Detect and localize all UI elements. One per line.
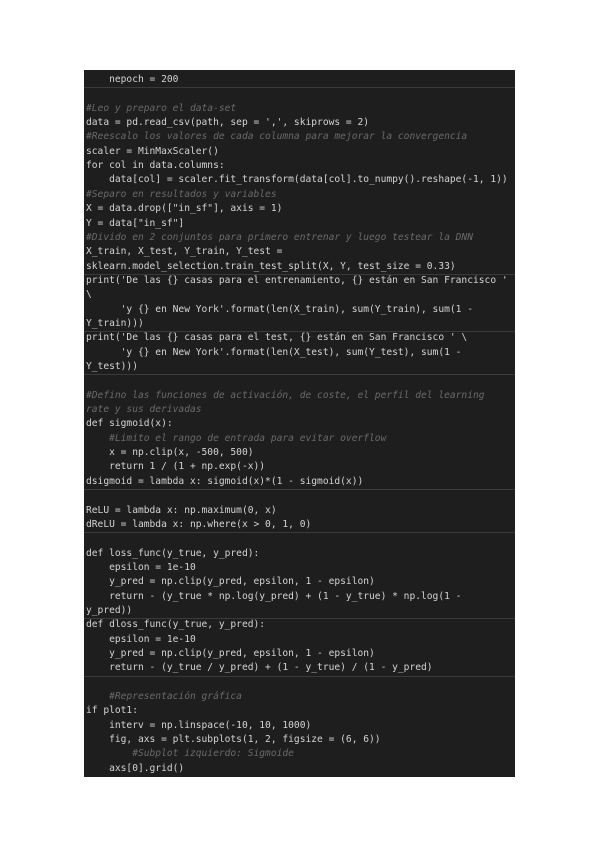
- cell-divider: [84, 675, 515, 677]
- cell-divider: [84, 331, 515, 333]
- code-line: y_pred)): [86, 604, 133, 616]
- code-line: data = pd.read_csv(path, sep = ',', skip…: [86, 117, 370, 129]
- cell-divider: [84, 532, 515, 534]
- code-line: Y_test))): [86, 361, 138, 372]
- code-line: fig, axs = plt.subplots(1, 2, figsize = …: [86, 734, 381, 746]
- code-line: def dloss_func(y_true, y_pred):: [86, 619, 266, 631]
- code-block: nepoch = 200 #Leo y preparo el data-set da…: [84, 70, 515, 777]
- code-line: 'y {} en New York'.format(len(X_train), …: [86, 303, 473, 315]
- code-comment-line: rate y sus derivadas: [86, 404, 202, 416]
- code-line: scaler = MinMaxScaler(): [86, 145, 219, 157]
- code-line: Y_train))): [86, 317, 144, 329]
- code-line: epsilon = 1e-10: [86, 561, 196, 573]
- code-line: axs[0].grid(): [86, 762, 185, 774]
- code-comment-line: #Subplot izquierdo: Sigmoide: [86, 748, 294, 760]
- code-comment-line: #Divido en 2 conjuntos para primero entr…: [86, 231, 473, 243]
- code-line: return - (y_true * np.log(y_pred) + (1 -…: [86, 590, 462, 602]
- code-line: data[col] = scaler.fit_transform(data[co…: [86, 174, 508, 186]
- cell-divider: [84, 618, 515, 620]
- code-comment-line: #Defino las funciones de activación, de …: [86, 389, 485, 401]
- code-line: if plot1:: [86, 705, 138, 717]
- code-line: def loss_func(y_true, y_pred):: [86, 547, 260, 559]
- code-line: x = np.clip(x, -500, 500): [86, 447, 254, 459]
- code-line: for col in data.columns:: [86, 160, 225, 172]
- code-line: nepoch = 200: [86, 74, 179, 85]
- code-line: X = data.drop(["in_sf"], axis = 1): [86, 203, 283, 215]
- cell-divider: [84, 273, 515, 275]
- code-line: print('De las {} casas para el entrenami…: [86, 274, 508, 286]
- cell-divider: [84, 489, 515, 491]
- code-line: \: [86, 289, 92, 301]
- code-line: return - (y_true / y_pred) + (1 - y_true…: [86, 662, 433, 674]
- code-line: y_pred = np.clip(y_pred, epsilon, 1 - ep…: [86, 576, 375, 588]
- code-line: return 1 / (1 + np.exp(-x)): [86, 461, 266, 473]
- code-comment-line: #Reescalo los valores de cada columna pa…: [86, 131, 468, 143]
- code-line: y_pred = np.clip(y_pred, epsilon, 1 - ep…: [86, 648, 375, 659]
- code-line: ReLU = lambda x: np.maximum(0, x): [86, 504, 277, 516]
- code-line: interv = np.linspace(-10, 10, 1000): [86, 719, 312, 731]
- code-line: def sigmoid(x):: [86, 418, 173, 430]
- code-line: dsigmoid = lambda x: sigmoid(x)*(1 - sig…: [86, 475, 364, 487]
- code-line: 'y {} en New York'.format(len(X_test), s…: [86, 346, 462, 358]
- cell-divider: [84, 374, 515, 376]
- cell-divider: [84, 87, 515, 89]
- code-line: epsilon = 1e-10: [86, 633, 196, 645]
- code-line: dReLU = lambda x: np.where(x > 0, 1, 0): [86, 518, 312, 530]
- code-comment-line: #Separo en resultados y variables: [86, 188, 277, 200]
- code-line: X_train, X_test, Y_train, Y_test =: [86, 246, 283, 258]
- code-line: Y = data["in_sf"]: [86, 217, 185, 229]
- code-comment-line: #Representación gráfica: [86, 691, 242, 703]
- code-comment-line: #Leo y preparo el data-set: [86, 102, 237, 114]
- code-line: print('De las {} casas para el test, {} …: [86, 332, 468, 344]
- code-comment-line: #Limito el rango de entrada para evitar …: [86, 432, 387, 444]
- code-line: sklearn.model_selection.train_test_split…: [86, 260, 456, 272]
